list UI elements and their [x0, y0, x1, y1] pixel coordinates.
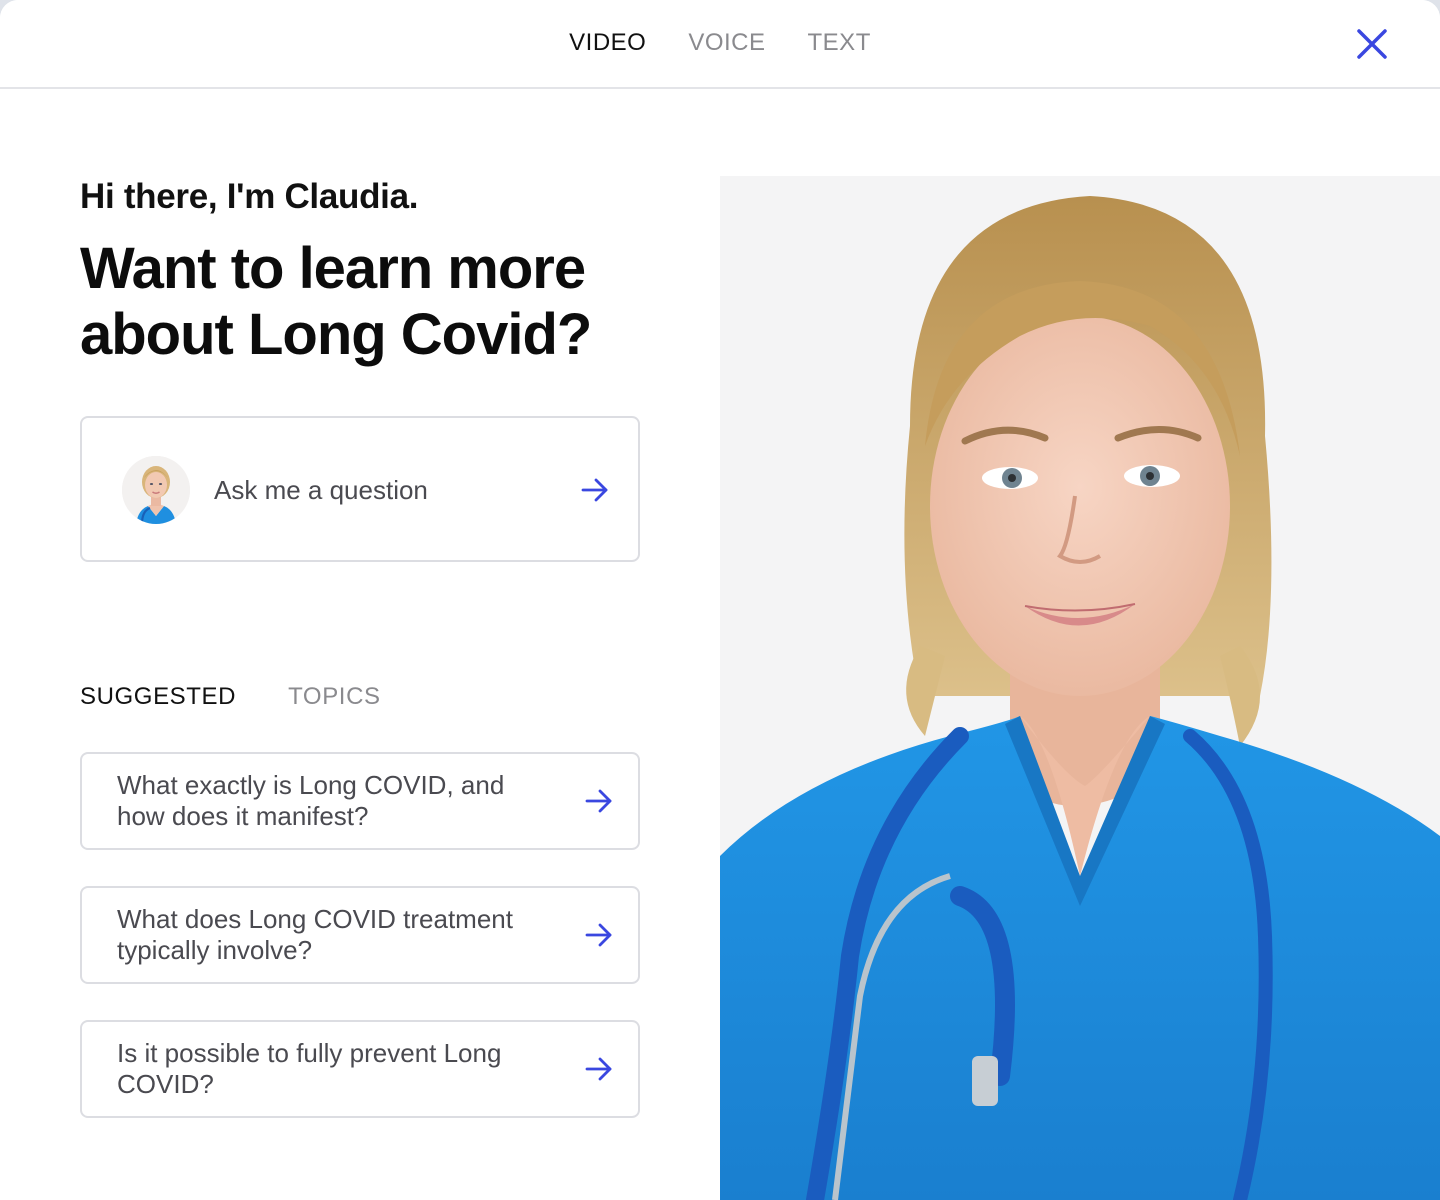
page-title: Want to learn more about Long Covid? — [80, 236, 592, 367]
suggestion-text: What exactly is Long COVID, and how does… — [117, 770, 505, 831]
arrow-right-icon — [585, 923, 612, 947]
ask-question-button[interactable]: Ask me a question — [80, 416, 640, 562]
tab-voice[interactable]: VOICE — [688, 28, 765, 58]
suggestion-text: Is it possible to fully prevent Long COV… — [117, 1038, 502, 1099]
tab-suggested[interactable]: SUGGESTED — [80, 682, 236, 712]
ask-question-label: Ask me a question — [214, 475, 428, 505]
close-button[interactable] — [1354, 26, 1390, 62]
close-icon — [1357, 29, 1387, 59]
suggestion-item[interactable]: Is it possible to fully prevent Long COV… — [80, 1020, 640, 1118]
arrow-right-icon — [585, 789, 612, 813]
header-bar: VIDEO VOICE TEXT — [0, 0, 1440, 89]
topic-tabs: SUGGESTED TOPICS — [80, 682, 381, 712]
tab-video[interactable]: VIDEO — [569, 28, 646, 58]
tab-topics[interactable]: TOPICS — [288, 682, 381, 712]
greeting: Hi there, I'm Claudia. — [80, 177, 419, 216]
suggestion-item[interactable]: What does Long COVID treatment typically… — [80, 886, 640, 984]
suggestion-text: What does Long COVID treatment typically… — [117, 904, 513, 965]
assistant-window: VIDEO VOICE TEXT Hi there, I'm Claudia. … — [0, 0, 1440, 1200]
tab-text[interactable]: TEXT — [808, 28, 871, 58]
avatar — [122, 456, 190, 524]
suggestion-list: What exactly is Long COVID, and how does… — [80, 752, 640, 1154]
arrow-right-icon — [581, 478, 608, 502]
mode-tabs: VIDEO VOICE TEXT — [0, 28, 1440, 58]
avatar-video — [720, 176, 1440, 1200]
arrow-right-icon — [585, 1057, 612, 1081]
suggestion-item[interactable]: What exactly is Long COVID, and how does… — [80, 752, 640, 850]
